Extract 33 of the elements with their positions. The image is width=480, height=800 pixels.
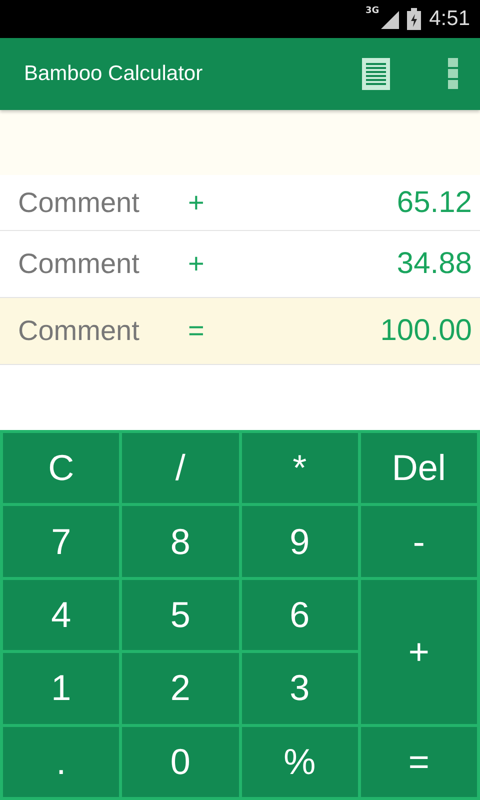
comment-text: Comment	[18, 315, 140, 347]
keypad-key[interactable]: 5	[122, 580, 238, 650]
keypad-key[interactable]: Del	[360, 433, 477, 504]
keypad-key[interactable]: .	[3, 726, 120, 797]
keypad-key[interactable]: 6	[242, 580, 358, 650]
keypad-key[interactable]: -	[360, 506, 477, 577]
keypad-key[interactable]: 7	[3, 506, 120, 577]
keypad-key[interactable]: 2	[122, 653, 238, 724]
network-type: 3G	[365, 6, 380, 16]
operator: +	[188, 248, 206, 280]
keypad-key[interactable]: 1	[3, 653, 120, 724]
keypad-key[interactable]: 4	[3, 580, 120, 650]
keypad-key[interactable]: %	[242, 726, 358, 797]
amount: 100.00	[380, 314, 472, 348]
operator: =	[188, 315, 206, 347]
clock: 4:51	[429, 7, 470, 31]
comment-text: Comment	[18, 186, 140, 218]
keypad-key[interactable]: /	[122, 433, 238, 504]
app-title: Bamboo Calculator	[24, 62, 204, 86]
battery-icon	[407, 8, 422, 30]
amount: 65.12	[396, 186, 472, 220]
amount: 34.88	[396, 247, 472, 281]
signal-icon	[379, 9, 400, 29]
keypad-key[interactable]: C	[3, 433, 120, 504]
keypad-key[interactable]: =	[360, 726, 477, 797]
operator: +	[188, 186, 206, 218]
keypad-key[interactable]: 8	[122, 506, 238, 577]
keypad-key[interactable]: 0	[122, 726, 238, 797]
keypad-key[interactable]: 3	[242, 653, 358, 724]
keypad-key[interactable]: +	[360, 580, 477, 724]
comment-text: Comment	[18, 248, 140, 280]
keypad-key[interactable]: 9	[242, 506, 358, 577]
keypad-key[interactable]: *	[242, 433, 358, 504]
